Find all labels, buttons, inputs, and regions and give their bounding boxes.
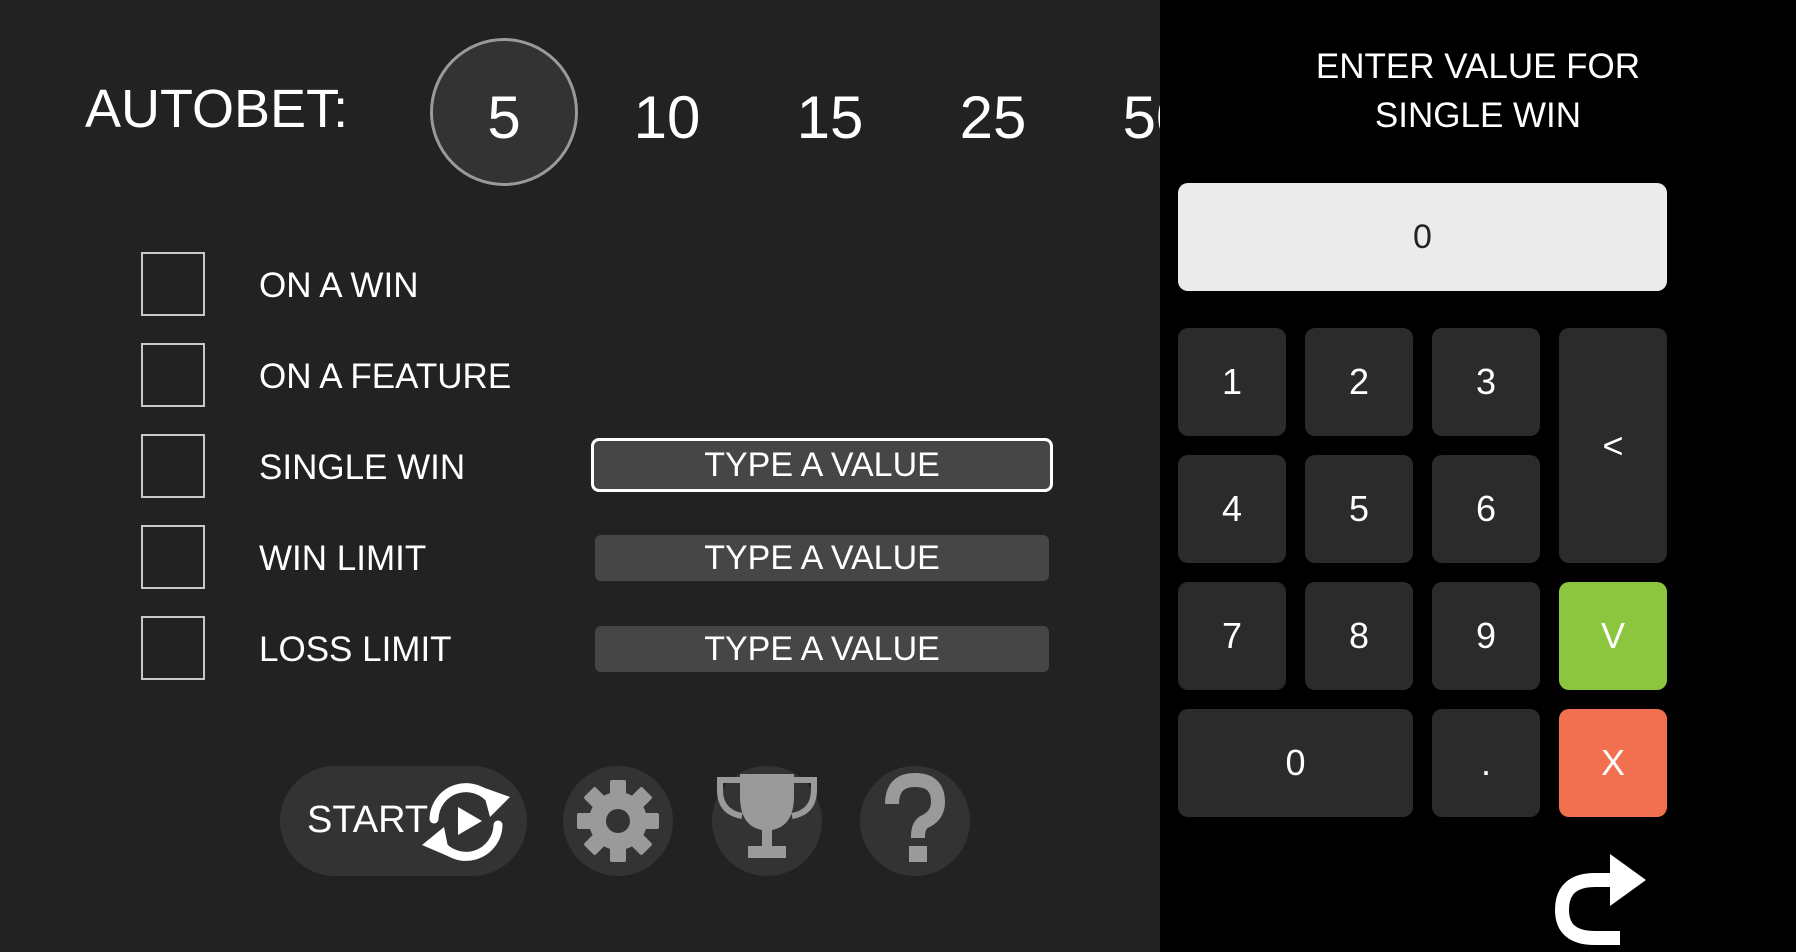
on-a-win-checkbox[interactable] <box>141 252 205 316</box>
keypad-title-line2: SINGLE WIN <box>1374 96 1582 135</box>
autobet-count-10[interactable]: 10 <box>597 83 737 152</box>
key-2[interactable]: 2 <box>1305 328 1413 436</box>
key-8[interactable]: 8 <box>1305 582 1413 690</box>
win-limit-label: WIN LIMIT <box>259 539 427 578</box>
autobet-count-5[interactable]: 5 <box>434 83 574 152</box>
single-win-value-field[interactable]: TYPE A VALUE <box>591 438 1053 492</box>
loss-limit-value-field[interactable]: TYPE A VALUE <box>595 626 1049 672</box>
autobet-label: AUTOBET: <box>85 79 349 139</box>
gear-icon <box>577 780 659 862</box>
backspace-key[interactable]: < <box>1559 328 1667 563</box>
win-limit-checkbox[interactable] <box>141 525 205 589</box>
on-a-feature-checkbox[interactable] <box>141 343 205 407</box>
win-limit-value-field[interactable]: TYPE A VALUE <box>595 535 1049 581</box>
key-5[interactable]: 5 <box>1305 455 1413 563</box>
cancel-key[interactable]: X <box>1559 709 1667 817</box>
trophy-icon <box>717 774 817 858</box>
key-6[interactable]: 6 <box>1432 455 1540 563</box>
autoplay-settings-panel: AUTOBET: 5 10 15 25 50 ON A WIN ON A FEA… <box>0 0 1160 952</box>
key-9[interactable]: 9 <box>1432 582 1540 690</box>
start-autoplay-button[interactable]: START <box>280 766 527 876</box>
option-row-on-a-win: ON A WIN <box>141 252 1141 316</box>
question-icon <box>885 772 946 862</box>
trophy-button[interactable] <box>712 766 822 876</box>
loss-limit-label: LOSS LIMIT <box>259 630 452 669</box>
keypad-display: 0 <box>1178 183 1667 291</box>
option-row-on-a-feature: ON A FEATURE <box>141 343 1141 407</box>
confirm-key[interactable]: V <box>1559 582 1667 690</box>
key-0[interactable]: 0 <box>1178 709 1413 817</box>
return-arrow-icon[interactable] <box>1550 850 1650 945</box>
option-row-win-limit: WIN LIMIT TYPE A VALUE <box>141 525 1141 589</box>
key-4[interactable]: 4 <box>1178 455 1286 563</box>
option-row-single-win: SINGLE WIN TYPE A VALUE <box>141 434 1141 498</box>
key-1[interactable]: 1 <box>1178 328 1286 436</box>
single-win-checkbox[interactable] <box>141 434 205 498</box>
autobet-count-15[interactable]: 15 <box>760 83 900 152</box>
key-7[interactable]: 7 <box>1178 582 1286 690</box>
key-3[interactable]: 3 <box>1432 328 1540 436</box>
keypad-title-line1: ENTER VALUE FOR <box>1315 47 1641 86</box>
loss-limit-checkbox[interactable] <box>141 616 205 680</box>
decimal-key[interactable]: . <box>1432 709 1540 817</box>
option-row-loss-limit: LOSS LIMIT TYPE A VALUE <box>141 616 1141 680</box>
autobet-count-25[interactable]: 25 <box>923 83 1063 152</box>
keypad-title: ENTER VALUE FOR SINGLE WIN <box>1160 42 1796 140</box>
autoplay-icon <box>422 783 510 861</box>
autobet-count-50[interactable]: 50 <box>1086 83 1160 152</box>
on-a-feature-label: ON A FEATURE <box>259 357 512 396</box>
settings-button[interactable] <box>563 766 673 876</box>
start-label: START <box>307 799 429 841</box>
single-win-label: SINGLE WIN <box>259 448 466 487</box>
help-button[interactable] <box>860 766 970 876</box>
numeric-keypad-panel: ENTER VALUE FOR SINGLE WIN 0 1 2 3 < 4 5… <box>1160 0 1796 952</box>
on-a-win-label: ON A WIN <box>259 266 419 305</box>
